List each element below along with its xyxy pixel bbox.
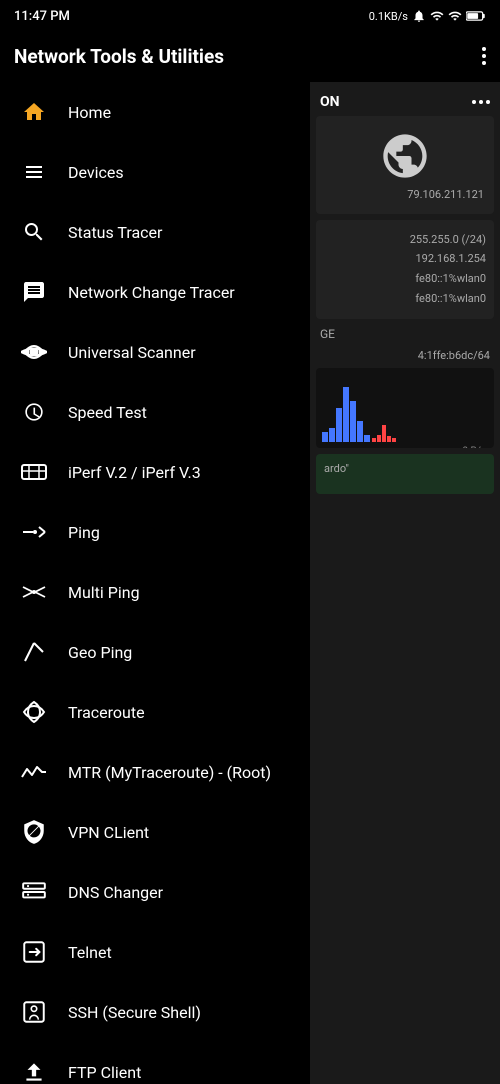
sidebar-item-ftp-client[interactable]: FTP Client (0, 1042, 310, 1084)
ipv6-link-local-1: fe80::1%wlan0 (324, 269, 486, 289)
ipv6-address: 4:1ffe:b6dc/64 (316, 349, 494, 362)
sidebar-item-label: Traceroute (68, 703, 145, 722)
sidebar-item-vpn-client[interactable]: VPN CLient (0, 802, 310, 862)
alarm-icon (412, 9, 426, 23)
vpn-label: ardo" (324, 462, 349, 475)
ping-icon (18, 516, 50, 548)
sidebar-item-ping[interactable]: Ping (0, 502, 310, 562)
sidebar-item-home[interactable]: Home (0, 82, 310, 142)
sidebar-item-ssh[interactable]: SSH (Secure Shell) (0, 982, 310, 1042)
sidebar-item-geo-ping[interactable]: Geo Ping (0, 622, 310, 682)
telnet-icon (18, 936, 50, 968)
ssh-icon (18, 996, 50, 1028)
sidebar-item-label: MTR (MyTraceroute) - (Root) (68, 763, 271, 782)
multi-ping-icon (18, 576, 50, 608)
sidebar-item-label: FTP Client (68, 1063, 141, 1082)
sidebar-item-label: Ping (68, 523, 100, 542)
signal-icon (430, 9, 444, 23)
right-panel: ON 79.106.211.121 255.255.0 (/24) 192.1 (310, 82, 500, 1084)
speed-indicator: 0.1KB/s (369, 10, 408, 23)
network-type-label: GE (316, 325, 494, 343)
speed-chart-card: 0 B/s (316, 368, 494, 448)
sidebar-item-traceroute[interactable]: Traceroute (0, 682, 310, 742)
sidebar-item-label: Speed Test (68, 403, 147, 422)
network-change-tracer-icon (18, 276, 50, 308)
app-title: Network Tools & Utilities (14, 45, 224, 68)
panel-more-button[interactable] (472, 100, 490, 104)
sidebar-item-devices[interactable]: Devices (0, 142, 310, 202)
dns-changer-icon (18, 876, 50, 908)
sidebar-item-label: Geo Ping (68, 643, 132, 662)
speed-readout: 0 B/s (320, 444, 490, 448)
sidebar-item-label: Universal Scanner (68, 343, 196, 362)
sidebar-item-label: Home (68, 103, 111, 122)
more-options-button[interactable] (482, 47, 486, 65)
wifi-icon (448, 9, 462, 23)
main-layout: Home Devices Status Tracer Network Chang… (0, 82, 500, 1084)
sidebar-item-dns-changer[interactable]: DNS Changer (0, 862, 310, 922)
battery-icon (466, 10, 486, 22)
speed-test-icon (18, 396, 50, 428)
sidebar-item-speed-test[interactable]: Speed Test (0, 382, 310, 442)
ip-info-card: 79.106.211.121 (316, 116, 494, 214)
sidebar-item-label: Telnet (68, 943, 112, 962)
mtr-icon (18, 756, 50, 788)
sidebar-item-label: Network Change Tracer (68, 283, 235, 302)
sidebar-item-universal-scanner[interactable]: Universal Scanner (0, 322, 310, 382)
ipv6-link-local-2: fe80::1%wlan0 (324, 289, 486, 309)
sidebar-item-network-change-tracer[interactable]: Network Change Tracer (0, 262, 310, 322)
status-time: 11:47 PM (14, 9, 70, 24)
sidebar-item-status-tracer[interactable]: Status Tracer (0, 202, 310, 262)
sidebar-item-iperf[interactable]: iPerf V.2 / iPerf V.3 (0, 442, 310, 502)
subnet-info: 255.255.0 (/24) (324, 230, 486, 250)
header: Network Tools & Utilities (0, 30, 500, 82)
sidebar-item-multi-ping[interactable]: Multi Ping (0, 562, 310, 622)
sidebar-item-mtr[interactable]: MTR (MyTraceroute) - (Root) (0, 742, 310, 802)
vpn-client-icon (18, 816, 50, 848)
sidebar-item-label: VPN CLient (68, 823, 149, 842)
vpn-status-card: ardo" (316, 454, 494, 494)
status-icons: 0.1KB/s (369, 9, 486, 23)
gateway-info: 192.168.1.254 (324, 249, 486, 269)
sidebar: Home Devices Status Tracer Network Chang… (0, 82, 310, 1084)
geo-ping-icon (18, 636, 50, 668)
universal-scanner-icon (18, 336, 50, 368)
ftp-client-icon (18, 1056, 50, 1084)
public-ip: 79.106.211.121 (324, 186, 486, 204)
sidebar-item-label: SSH (Secure Shell) (68, 1003, 201, 1022)
iperf-icon (18, 456, 50, 488)
sidebar-item-label: Status Tracer (68, 223, 162, 242)
sidebar-item-label: Multi Ping (68, 583, 140, 602)
network-details-card: 255.255.0 (/24) 192.168.1.254 fe80::1%wl… (316, 220, 494, 319)
connection-status: ON (320, 94, 340, 110)
sidebar-item-telnet[interactable]: Telnet (0, 922, 310, 982)
home-icon (18, 96, 50, 128)
traceroute-icon (18, 696, 50, 728)
devices-icon (18, 156, 50, 188)
sidebar-item-label: DNS Changer (68, 883, 163, 902)
sidebar-item-label: iPerf V.2 / iPerf V.3 (68, 463, 201, 482)
globe-icon (379, 130, 431, 182)
sidebar-item-label: Devices (68, 163, 124, 182)
status-tracer-icon (18, 216, 50, 248)
status-bar: 11:47 PM 0.1KB/s (0, 0, 500, 30)
